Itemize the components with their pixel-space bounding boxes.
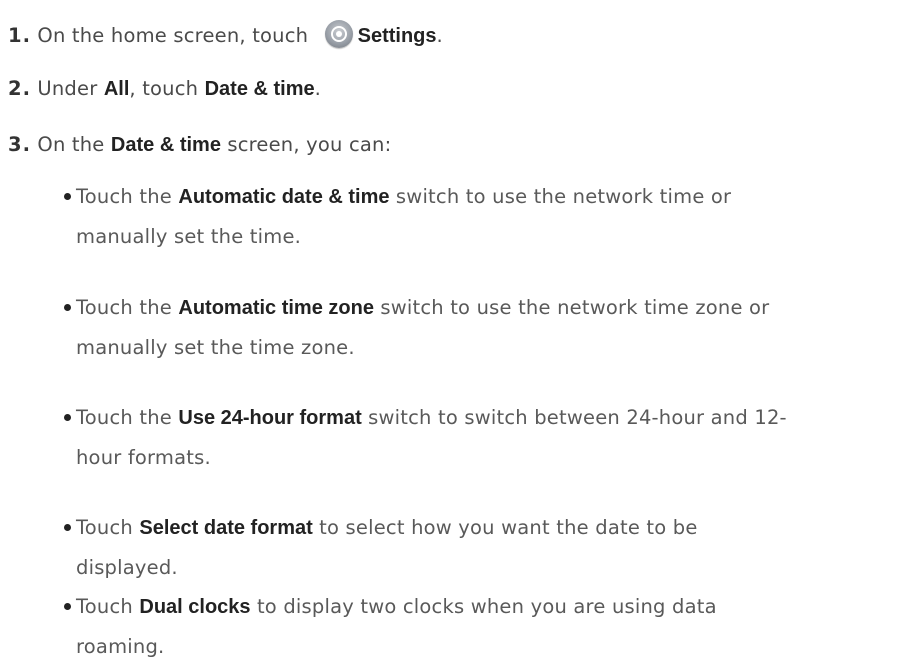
bullet-text: Touch the (76, 185, 179, 208)
bullet-bold: Select date format (139, 517, 313, 539)
bullet-continuation: manually set the time zone. (76, 336, 355, 359)
bullet-text: Touch (76, 595, 140, 618)
bullet-text: Touch (76, 516, 140, 539)
bullet-text: switch to use the network time or (389, 185, 732, 208)
bullet-text: switch to use the network time zone or (373, 296, 770, 319)
bullet-bold: Automatic time zone (178, 297, 374, 319)
step-text: Under (37, 77, 104, 100)
bullet-item: Touch Select date format to select how y… (64, 508, 894, 588)
bullet-text: Touch the (76, 296, 179, 319)
bullet-text: Touch the (76, 406, 179, 429)
step-text-end: . (436, 24, 443, 47)
step-text: On the (37, 133, 111, 156)
step-number: 3. (8, 133, 31, 156)
bullet-item: Touch the Automatic date & time switch t… (64, 177, 894, 257)
step-text-end: screen, you can: (220, 133, 392, 156)
bullet-dot (64, 414, 71, 421)
bullet-bold: Automatic date & time (178, 186, 390, 208)
bullet-item: Touch the Use 24-hour format switch to s… (64, 398, 894, 478)
step-bold: Settings (357, 25, 437, 47)
instructions-page: 1. On the home screen, touch Settings. 2… (0, 0, 901, 668)
bullet-bold: Use 24-hour format (178, 407, 362, 429)
bullet-item: Touch the Automatic time zone switch to … (64, 288, 894, 368)
step-bold: All (103, 78, 130, 100)
step-3: 3. On the Date & time screen, you can: (8, 132, 391, 158)
bullet-continuation: manually set the time. (76, 225, 302, 248)
bullet-dot (64, 524, 71, 531)
bullet-text: to display two clocks when you are using… (250, 595, 717, 618)
settings-icon (324, 20, 353, 48)
bullet-dot (64, 304, 71, 311)
bullet-continuation: hour formats. (76, 446, 211, 469)
step-bold: Date & time (204, 78, 315, 100)
bullet-continuation: roaming. (76, 635, 165, 658)
step-1: 1. On the home screen, touch Settings. (8, 20, 443, 49)
step-2: 2. Under All, touch Date & time. (8, 76, 321, 102)
step-text-end: . (314, 77, 322, 100)
step-bold: Date & time (110, 134, 221, 156)
step-text: , touch (129, 77, 205, 100)
bullet-dot (64, 603, 71, 610)
bullet-item: Touch Dual clocks to display two clocks … (64, 587, 894, 667)
step-number: 1. (8, 24, 31, 47)
step-number: 2. (8, 77, 31, 100)
bullet-dot (64, 193, 71, 200)
bullet-text: to select how you want the date to be (312, 516, 698, 539)
bullet-text: switch to switch between 24-hour and 12- (361, 406, 787, 429)
bullet-continuation: displayed. (76, 556, 178, 579)
step-text: On the home screen, touch (37, 24, 309, 47)
bullet-bold: Dual clocks (139, 596, 251, 618)
